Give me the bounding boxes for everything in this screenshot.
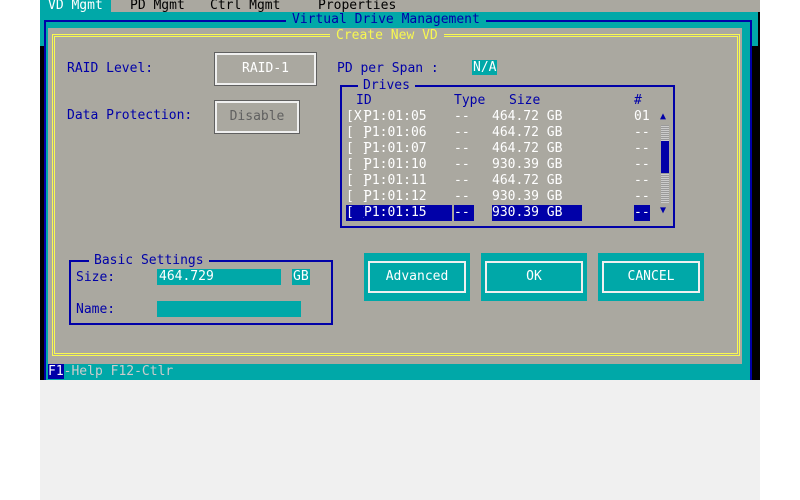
drive-size: 930.39 GB [492,189,563,204]
size-unit: GB [292,269,310,285]
drive-size: 464.72 GB [492,125,563,140]
drive-type: -- [454,205,474,221]
dialog-title: Create New VD [330,28,444,44]
drive-num: -- [634,189,650,204]
status-help: -Help F12-Ctlr [63,364,174,379]
drive-type: -- [454,189,470,204]
drive-size: 464.72 GB [492,173,563,188]
drive-size: 930.39 GB [492,205,582,221]
drive-num: -- [634,141,650,156]
scroll-down-icon[interactable]: ▼ [660,205,666,216]
drive-id: P1:01:05 [364,109,427,124]
pd-per-span-value[interactable]: N/A [472,60,498,75]
name-label: Name: [76,302,116,317]
data-protection-label: Data Protection: [67,108,193,123]
f1-key: F1 [48,364,64,379]
drive-num: 01 [634,109,650,124]
drive-type: -- [454,141,470,156]
drive-type: -- [454,157,470,172]
drive-type: -- [454,173,470,188]
drive-size: 464.72 GB [492,141,563,156]
drive-num: -- [634,173,650,188]
ok-label: OK [485,261,583,293]
col-type: Type [454,93,486,108]
drive-num: -- [634,157,650,172]
ok-button[interactable]: OK [481,253,587,301]
drive-num: -- [634,125,650,140]
tab-pd-mgmt[interactable]: PD Mgmt [122,0,193,12]
drive-list: [X] P1:01:05 -- 464.72 GB 01[ ] P1:01:06 -- 464… [346,109,656,221]
col-size: Size [509,93,541,108]
drive-type: -- [454,125,470,140]
cancel-button[interactable]: CANCEL [598,253,704,301]
size-input[interactable]: 464.729 [157,269,281,285]
drive-id: P1:01:07 [364,141,427,156]
raid-level-select[interactable]: RAID-1 [214,52,317,86]
drive-id: P1:01:15 [364,205,452,221]
scrollbar-thumb[interactable] [661,141,669,173]
drive-id: P1:01:10 [364,157,427,172]
basic-settings-group: Basic Settings Size: 464.729 GB Name: [69,254,333,325]
background-area [40,380,760,500]
advanced-label: Advanced [368,261,466,293]
size-label: Size: [76,270,116,285]
menu-bar: VD Mgmt PD Mgmt Ctrl Mgmt Properties [40,0,760,12]
drive-size: 464.72 GB [492,109,563,124]
drive-type: -- [454,109,470,124]
cancel-label: CANCEL [602,261,700,293]
drive-id: P1:01:11 [364,173,427,188]
drive-size: 930.39 GB [492,157,563,172]
pd-per-span-label: PD per Span : [337,61,439,76]
advanced-button[interactable]: Advanced [364,253,470,301]
name-input[interactable] [157,301,301,317]
col-id: ID [356,93,372,108]
drive-id: P1:01:06 [364,125,427,140]
tab-vd-mgmt[interactable]: VD Mgmt [40,0,111,12]
tab-properties[interactable]: Properties [310,0,404,12]
col-num: # [634,93,642,108]
status-bar: F1-Help F12-Ctlr [48,364,173,380]
scroll-up-icon[interactable]: ▲ [660,111,666,122]
drive-id: P1:01:12 [364,189,427,204]
raid-level-label: RAID Level: [67,61,154,76]
data-protection-select[interactable]: Disable [214,100,300,134]
drives-title: Drives [358,79,415,93]
drives-group: Drives ID Type Size # [X] P1:01:05 -- 464.7… [340,79,675,228]
window-title: Virtual Drive Management [286,12,486,28]
tab-ctrl-mgmt[interactable]: Ctrl Mgmt [202,0,288,12]
basic-settings-title: Basic Settings [89,254,209,268]
drive-num: -- [634,205,650,221]
